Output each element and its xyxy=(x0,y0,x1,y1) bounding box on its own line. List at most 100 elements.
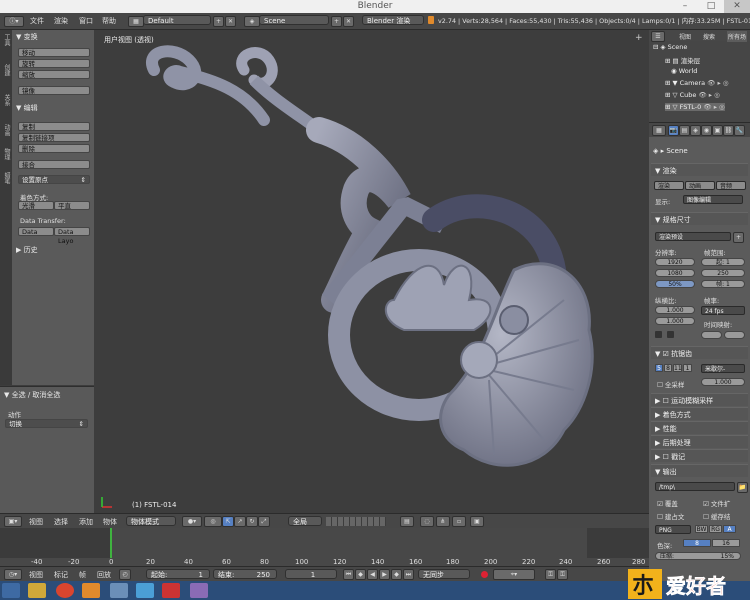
scale-icon[interactable]: ⤢ xyxy=(258,516,270,527)
resolution-y-field[interactable]: 1080 xyxy=(655,269,695,277)
render-layer-icon[interactable]: ▤ xyxy=(400,516,414,527)
scale-button[interactable]: 缩放 xyxy=(18,70,90,79)
file-explorer-icon[interactable] xyxy=(28,583,46,598)
editor-type-icon[interactable]: ☰ xyxy=(651,31,665,42)
animation-button[interactable]: 动画 xyxy=(685,181,715,190)
aa-samples-11[interactable]: 11 xyxy=(673,364,682,372)
outliner-item-camera[interactable]: ⊞ ▼ Camera 👁 ▸ ◎ xyxy=(665,79,729,87)
add-preset-icon[interactable]: + xyxy=(733,232,744,243)
cache-result-checkbox[interactable]: ☐ 缓存结 xyxy=(703,511,730,521)
translate-button[interactable]: 移动 xyxy=(18,48,90,57)
tab-relations[interactable]: 关系 xyxy=(1,94,11,106)
resolution-x-field[interactable]: 1920 xyxy=(655,258,695,266)
aspect-y-field[interactable]: 1.000 xyxy=(655,317,695,325)
3d-viewport[interactable]: + 用户视图 (透视) (1) FSTL-014 xyxy=(94,30,649,513)
render-button[interactable]: 渲染 xyxy=(654,181,684,190)
menu-view[interactable]: 视图 xyxy=(29,570,43,580)
performance-panel-header[interactable]: ▶ 性能 xyxy=(651,421,748,434)
data-layout-button[interactable]: Data Layo xyxy=(54,227,90,245)
ornament-mesh[interactable] xyxy=(94,30,649,513)
render-tab-icon[interactable]: 📷 xyxy=(668,125,679,136)
tab-tools[interactable]: 工具 xyxy=(1,34,11,46)
action-dropdown[interactable]: 切换 ⇕ xyxy=(5,419,88,428)
remove-layout-icon[interactable]: ✕ xyxy=(225,16,236,27)
data-transfer-button[interactable]: Data xyxy=(18,227,54,236)
operator-header[interactable]: ▼ 全选 / 取消全选 xyxy=(4,390,60,400)
app-icon[interactable] xyxy=(110,583,128,598)
join-button[interactable]: 接合 xyxy=(18,160,90,169)
shade-flat-button[interactable]: 平直 xyxy=(54,201,90,210)
outliner-item-fstl[interactable]: ⊞ ▽ FSTL-0 👁 ▸ ◎ xyxy=(665,103,725,111)
render-panel-header[interactable]: ▼ 渲染 xyxy=(651,163,748,176)
rotate-button[interactable]: 旋转 xyxy=(18,59,90,68)
object-tab-icon[interactable]: ▣ xyxy=(712,125,723,136)
app-icon[interactable] xyxy=(162,583,180,598)
constraints-tab-icon[interactable]: ⛓ xyxy=(723,125,734,136)
menu-window[interactable]: 窗口 xyxy=(79,16,93,26)
time-remap-old-field[interactable] xyxy=(701,331,722,339)
motion-blur-panel-header[interactable]: ▶ ☐ 运动模糊采样 xyxy=(651,393,748,406)
frame-start-field[interactable]: 起: 1 xyxy=(701,258,745,266)
history-panel-header[interactable]: ▶ 历史 xyxy=(16,245,38,255)
mirror-button[interactable]: 镜像 xyxy=(18,86,90,95)
outliner-item-render-layers[interactable]: ⊞ ▤ 渲染层 xyxy=(665,55,700,65)
snap-icon[interactable]: ⋔ xyxy=(436,516,450,527)
audio-button[interactable]: 音频 xyxy=(716,181,746,190)
snap-target-icon[interactable]: ▫ xyxy=(452,516,466,527)
rotate-icon[interactable]: ↻ xyxy=(246,516,258,527)
play-icon[interactable]: ▶ xyxy=(379,569,390,580)
jump-start-icon[interactable]: ⏮ xyxy=(343,569,354,580)
prev-key-icon[interactable]: ◆ xyxy=(355,569,366,580)
render-layers-tab-icon[interactable]: ▤ xyxy=(679,125,690,136)
color-bw-button[interactable]: BW xyxy=(695,525,708,533)
shade-smooth-button[interactable]: 光滑 xyxy=(18,201,54,210)
editor-type-icon[interactable]: ▣▾ xyxy=(4,516,22,527)
placeholders-checkbox[interactable]: ☐ 建占文 xyxy=(657,511,684,521)
shading-panel-header[interactable]: ▶ 着色方式 xyxy=(651,407,748,420)
color-rgb-button[interactable]: RG xyxy=(709,525,722,533)
render-engine-select[interactable]: Blender 渲染 xyxy=(362,15,424,25)
translate-icon[interactable]: ↗ xyxy=(234,516,246,527)
aa-samples-16[interactable]: 1 xyxy=(683,364,692,372)
menu-select[interactable]: 选择 xyxy=(54,517,68,527)
app-icon[interactable] xyxy=(190,583,208,598)
menu-playback[interactable]: 回放 xyxy=(97,570,111,580)
render-presets-dropdown[interactable]: 渲染预设 xyxy=(655,232,731,241)
orientation-dropdown[interactable]: 全局 xyxy=(288,516,322,526)
manipulator-icon[interactable]: ⇱ xyxy=(222,516,234,527)
delete-key-icon[interactable]: ⚿ xyxy=(557,569,568,580)
jump-end-icon[interactable]: ⏭ xyxy=(403,569,414,580)
stamp-panel-header[interactable]: ▶ ☐ 戳记 xyxy=(651,449,748,462)
record-icon[interactable] xyxy=(481,571,488,578)
menu-marker[interactable]: 标记 xyxy=(54,570,68,580)
aspect-x-field[interactable]: 1.000 xyxy=(655,306,695,314)
crop-checkbox[interactable] xyxy=(667,331,674,338)
filter-size-field[interactable]: 1.000 xyxy=(701,378,745,386)
scene-field[interactable]: Scene xyxy=(259,15,329,25)
menu-view[interactable]: 视图 xyxy=(29,517,43,527)
play-reverse-icon[interactable]: ◀ xyxy=(367,569,378,580)
full-sample-checkbox[interactable]: ☐ 全采样 xyxy=(657,379,684,389)
compression-slider[interactable]: 压缩: 15% xyxy=(655,552,741,560)
output-path-field[interactable]: /tmp\ xyxy=(655,482,735,491)
insert-key-icon[interactable]: ⚿ xyxy=(545,569,556,580)
resolution-percent-slider[interactable]: 50% xyxy=(655,280,695,288)
menu-help[interactable]: 帮助 xyxy=(102,16,116,26)
outliner-tab-search[interactable]: 搜索 xyxy=(703,32,715,41)
tab-physics[interactable]: 物理 xyxy=(1,148,11,160)
proportional-edit-icon[interactable]: ◌ xyxy=(420,516,434,527)
depth-8-button[interactable]: 8 xyxy=(683,539,711,547)
menu-render[interactable]: 渲染 xyxy=(54,16,68,26)
folder-icon[interactable]: 📁 xyxy=(737,482,748,493)
menu-object[interactable]: 物体 xyxy=(103,517,117,527)
menu-file[interactable]: 文件 xyxy=(30,16,44,26)
screen-layout-icon[interactable]: ▦ xyxy=(128,16,144,27)
outliner-item-cube[interactable]: ⊞ ▽ Cube 👁 ▸ ◎ xyxy=(665,91,720,99)
outliner-tab-view[interactable]: 视图 xyxy=(679,32,691,41)
tab-animation[interactable]: 动画 xyxy=(1,124,11,136)
end-frame-field[interactable]: 结束: 250 xyxy=(213,569,277,579)
minimize-icon[interactable]: – xyxy=(672,0,698,13)
pivot-icon[interactable]: ◎ xyxy=(204,516,222,527)
world-tab-icon[interactable]: ◉ xyxy=(701,125,712,136)
shading-icon[interactable]: ●▾ xyxy=(182,516,202,527)
